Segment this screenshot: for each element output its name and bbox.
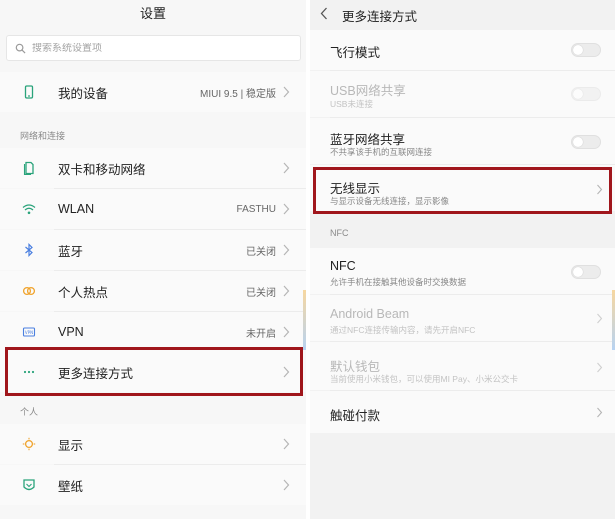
tap-to-pay-row[interactable]: 触碰付款	[310, 391, 615, 433]
usb-tethering-label: USB网络共享	[330, 84, 406, 98]
sidebar-item-more-connections[interactable]: 更多连接方式	[0, 352, 306, 392]
sidebar-item-wlan[interactable]: WLAN FASTHU	[0, 189, 306, 229]
default-wallet-subtitle: 当前使用小米钱包，可以使用MI Pay、小米公交卡	[330, 374, 518, 384]
search-input[interactable]	[32, 42, 272, 54]
more-connections-panel: 更多连接方式 飞行模式 USB网络共享 USB未连接 蓝牙网络共享 不共享该手机…	[310, 0, 615, 519]
chevron-right-icon	[283, 438, 290, 450]
scrollbar[interactable]	[303, 290, 306, 350]
phone-icon	[24, 85, 34, 99]
chevron-right-icon	[283, 479, 290, 491]
page-title: 更多连接方式	[342, 10, 418, 24]
my-device-row[interactable]: 我的设备 MIUI 9.5 | 稳定版	[0, 72, 306, 112]
sidebar-item-dual-sim[interactable]: 双卡和移动网络	[0, 148, 306, 188]
chevron-right-icon	[597, 313, 603, 324]
wallpaper-icon	[23, 479, 35, 491]
nfc-toggle[interactable]	[571, 265, 601, 279]
chevron-right-icon	[283, 285, 290, 297]
usb-tethering-subtitle: USB未连接	[330, 99, 373, 109]
usb-tethering-toggle[interactable]	[571, 87, 601, 101]
wireless-display-subtitle: 与显示设备无线连接，显示影像	[330, 196, 450, 206]
android-beam-row[interactable]: Android Beam 通过NFC连接传输内容，请先开启NFC	[310, 295, 615, 341]
airplane-mode-label: 飞行模式	[330, 46, 381, 60]
display-icon	[22, 437, 36, 451]
chevron-right-icon	[283, 244, 290, 256]
sidebar-item-display[interactable]: 显示	[0, 424, 306, 464]
airplane-mode-toggle[interactable]	[571, 43, 601, 57]
nfc-row[interactable]: NFC 允许手机在接触其他设备时交换数据	[310, 248, 615, 294]
sim-card-icon	[23, 161, 34, 175]
bluetooth-value: 已关闭	[246, 246, 276, 258]
search-icon	[15, 43, 26, 54]
wallpaper-label: 壁纸	[58, 479, 84, 494]
section-network-header: 网络和连接	[20, 131, 66, 141]
my-device-value: MIUI 9.5 | 稳定版	[200, 88, 276, 100]
android-beam-label: Android Beam	[330, 307, 410, 321]
dual-sim-label: 双卡和移动网络	[58, 162, 146, 177]
default-wallet-row[interactable]: 默认钱包 当前使用小米钱包，可以使用MI Pay、小米公交卡	[310, 342, 615, 390]
hotspot-value: 已关闭	[246, 287, 276, 299]
back-arrow-icon[interactable]	[320, 7, 328, 20]
bluetooth-tethering-subtitle: 不共享该手机的互联网连接	[330, 147, 433, 157]
bluetooth-label: 蓝牙	[58, 244, 84, 259]
android-beam-subtitle: 通过NFC连接传输内容，请先开启NFC	[330, 325, 476, 335]
chevron-right-icon	[283, 366, 290, 378]
display-label: 显示	[58, 438, 84, 453]
settings-panel: 设置 我的设备 MIUI 9.5 | 稳定版 网络和连接 双卡和移动网络	[0, 0, 306, 519]
vpn-icon: VPN	[22, 327, 36, 337]
wireless-display-row[interactable]: 无线显示 与显示设备无线连接，显示影像	[310, 165, 615, 211]
vpn-value: 未开启	[246, 328, 276, 340]
settings-title: 设置	[139, 6, 166, 21]
airplane-mode-row[interactable]: 飞行模式	[310, 30, 615, 70]
bluetooth-tethering-row[interactable]: 蓝牙网络共享 不共享该手机的互联网连接	[310, 118, 615, 164]
wlan-label: WLAN	[58, 202, 95, 216]
sidebar-item-wallpaper[interactable]: 壁纸	[0, 465, 306, 505]
wlan-value: FASTHU	[236, 203, 276, 215]
search-bar[interactable]	[6, 35, 301, 61]
chevron-right-icon	[283, 86, 290, 98]
more-connections-label: 更多连接方式	[58, 366, 134, 381]
nfc-label: NFC	[330, 259, 356, 273]
vpn-label: VPN	[58, 325, 84, 339]
svg-text:VPN: VPN	[25, 330, 33, 335]
usb-tethering-row[interactable]: USB网络共享 USB未连接	[310, 71, 615, 117]
more-dots-icon	[23, 370, 35, 374]
hotspot-icon	[22, 286, 36, 296]
section-personal-header: 个人	[20, 407, 39, 417]
sidebar-item-bluetooth[interactable]: 蓝牙 已关闭	[0, 230, 306, 270]
bluetooth-tethering-toggle[interactable]	[571, 135, 601, 149]
sidebar-item-hotspot[interactable]: 个人热点 已关闭	[0, 271, 306, 311]
sidebar-item-vpn[interactable]: VPN VPN 未开启	[0, 312, 306, 352]
chevron-right-icon	[597, 184, 603, 195]
chevron-right-icon	[283, 162, 290, 174]
chevron-right-icon	[597, 362, 603, 373]
bluetooth-icon	[25, 243, 33, 257]
tap-to-pay-label: 触碰付款	[330, 409, 381, 423]
wifi-icon	[22, 204, 36, 215]
header: 更多连接方式	[310, 0, 615, 28]
chevron-right-icon	[597, 407, 603, 418]
chevron-right-icon	[283, 326, 290, 338]
section-nfc-header: NFC	[330, 228, 349, 238]
hotspot-label: 个人热点	[58, 285, 109, 300]
chevron-right-icon	[283, 203, 290, 215]
my-device-label: 我的设备	[58, 86, 109, 101]
nfc-subtitle: 允许手机在接触其他设备时交换数据	[330, 277, 467, 287]
